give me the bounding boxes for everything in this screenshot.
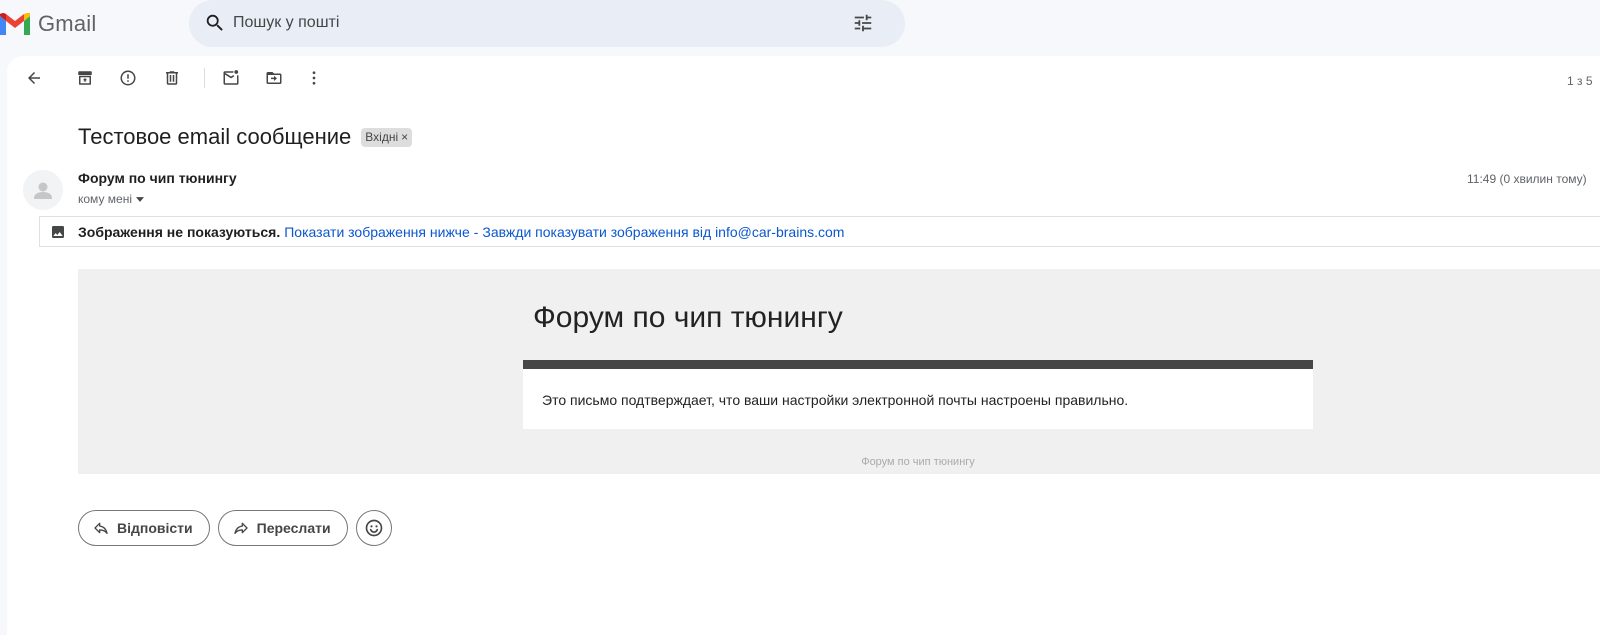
message-timestamp: 11:49 (0 хвилин тому) — [1467, 172, 1587, 186]
forward-button[interactable]: Переслати — [217, 510, 348, 546]
message-toolbar: 1 з 5 — [7, 56, 1600, 102]
archive-icon[interactable] — [74, 67, 96, 89]
top-bar: Gmail — [0, 0, 1600, 54]
reply-button[interactable]: Відповісти — [78, 510, 210, 546]
search-input[interactable] — [233, 12, 793, 34]
app-name: Gmail — [38, 11, 97, 36]
message-view: 1 з 5 Тестовое email сообщение Вхідні × … — [7, 56, 1600, 635]
avatar[interactable] — [23, 170, 63, 210]
mark-unread-icon[interactable] — [220, 67, 242, 89]
email-message-box: Это письмо подтверждает, что ваши настро… — [523, 369, 1313, 429]
remove-label-icon[interactable]: × — [401, 130, 408, 144]
email-divider-bar — [523, 360, 1313, 369]
show-images-link[interactable]: Показати зображення нижче — [284, 224, 470, 240]
forward-icon — [233, 522, 248, 534]
search-bar[interactable] — [189, 0, 905, 47]
gmail-m-icon — [0, 13, 30, 35]
forward-label: Переслати — [256, 520, 331, 536]
back-arrow-icon[interactable] — [23, 67, 45, 89]
default-avatar-icon — [23, 170, 63, 210]
search-icon[interactable] — [204, 12, 226, 34]
subject-row: Тестовое email сообщение Вхідні × — [78, 124, 413, 150]
always-show-images-link[interactable]: Завжди показувати зображення від info@ca… — [482, 224, 844, 240]
email-footer: Форум по чип тюнингу — [861, 456, 975, 468]
message-subject: Тестовое email сообщение — [78, 124, 352, 149]
reply-label: Відповісти — [117, 520, 193, 536]
report-spam-icon[interactable] — [117, 67, 139, 89]
email-content: Форум по чип тюнингу Это письмо подтверж… — [78, 269, 1600, 474]
recipient-text: кому мені — [78, 192, 132, 206]
link-separator: - — [473, 223, 479, 240]
gmail-logo[interactable]: Gmail — [0, 10, 96, 38]
images-hidden-text: Зображення не показуються. — [78, 223, 281, 240]
pagination-count: 1 з 5 — [1567, 74, 1593, 88]
toolbar-divider — [204, 68, 205, 88]
sender-name[interactable]: Форум по чип тюнингу — [78, 170, 237, 186]
label-chip-inbox[interactable]: Вхідні × — [361, 127, 413, 147]
recipient-details[interactable]: кому мені — [78, 192, 144, 206]
search-options-icon[interactable] — [852, 12, 874, 34]
images-hidden-banner: Зображення не показуються. Показати зобр… — [39, 216, 1600, 247]
label-chip-text: Вхідні — [365, 130, 399, 144]
email-heading: Форум по чип тюнингу — [533, 301, 843, 334]
smiley-icon — [365, 519, 382, 537]
emoji-reaction-button[interactable] — [355, 510, 392, 546]
move-to-icon[interactable] — [263, 67, 285, 89]
message-actions: Відповісти Переслати — [78, 510, 392, 546]
image-icon — [50, 224, 66, 240]
reply-icon — [94, 522, 108, 534]
email-text: Это письмо подтверждает, что ваши настро… — [542, 392, 1129, 408]
delete-icon[interactable] — [161, 67, 183, 89]
more-vert-icon[interactable] — [303, 67, 325, 89]
caret-down-icon[interactable] — [136, 196, 144, 202]
